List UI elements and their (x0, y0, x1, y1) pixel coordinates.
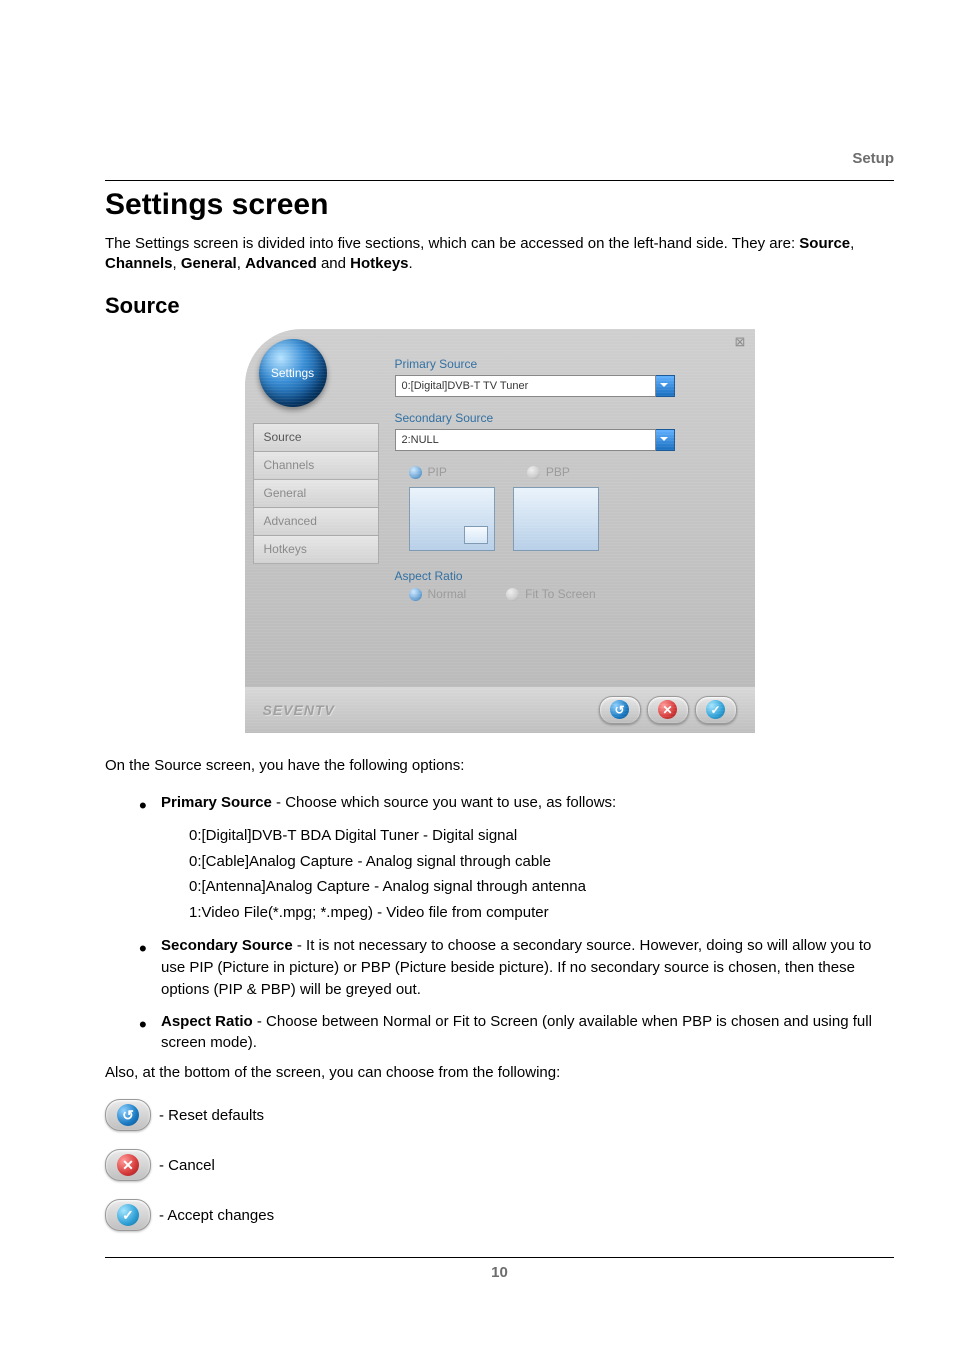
radio-icon (409, 466, 422, 479)
cancel-icon-pill: ✕ (105, 1149, 151, 1181)
accept-line: ✓ - Accept changes (105, 1199, 894, 1231)
intro-paragraph: The Settings screen is divided into five… (105, 234, 894, 275)
side-tab-channels[interactable]: Channels (253, 451, 379, 479)
secondary-source-combo[interactable]: 2:NULL (395, 429, 675, 451)
primary-sub-0: 0:[Digital]DVB-T BDA Digital Tuner - Dig… (189, 823, 894, 849)
chevron-down-icon[interactable] (656, 429, 675, 451)
bottom-rule (105, 1257, 894, 1258)
reset-icon: ↺ (117, 1104, 139, 1126)
pip-pbp-row: PIP PBP (409, 465, 731, 479)
primary-source-value: 0:[Digital]DVB-T TV Tuner (395, 375, 656, 397)
accept-label: - Accept changes (159, 1207, 274, 1224)
aspect-ratio-rest: - Choose between Normal or Fit to Screen… (161, 1013, 872, 1052)
source-subheading: Source (105, 293, 894, 319)
aspect-ratio-bullet: Aspect Ratio - Choose between Normal or … (105, 1011, 894, 1055)
intro-section-3: Advanced (245, 255, 317, 272)
settings-orb-label: Settings (271, 366, 314, 380)
aspect-ratio-label: Aspect Ratio (395, 569, 731, 583)
pbp-preview (513, 487, 599, 551)
reset-icon: ↺ (610, 700, 629, 719)
pip-preview (409, 487, 495, 551)
aspect-fit-radio[interactable]: Fit To Screen (506, 587, 595, 601)
close-icon[interactable]: ⊠ (732, 333, 749, 350)
primary-source-bullet: Primary Source - Choose which source you… (105, 792, 894, 814)
aspect-normal-radio[interactable]: Normal (409, 587, 467, 601)
primary-source-lead: Primary Source (161, 794, 272, 811)
pbp-label: PBP (546, 465, 570, 479)
radio-icon (527, 466, 540, 479)
page-number: 10 (105, 1264, 894, 1281)
cancel-icon: ✕ (658, 700, 677, 719)
primary-source-combo[interactable]: 0:[Digital]DVB-T TV Tuner (395, 375, 675, 397)
secondary-source-lead: Secondary Source (161, 937, 293, 954)
intro-section-4: Hotkeys (350, 255, 408, 272)
reset-line: ↺ - Reset defaults (105, 1099, 894, 1131)
header-section: Setup (852, 150, 894, 167)
pip-mini (464, 526, 488, 544)
pbp-radio[interactable]: PBP (527, 465, 570, 479)
also-line: Also, at the bottom of the screen, you c… (105, 1064, 894, 1081)
settings-pane: Primary Source 0:[Digital]DVB-T TV Tuner… (395, 357, 731, 679)
aspect-row: Normal Fit To Screen (409, 587, 731, 601)
preview-boxes (409, 487, 731, 551)
cancel-label: - Cancel (159, 1157, 215, 1174)
intro-section-2: General (181, 255, 237, 272)
cancel-icon: ✕ (117, 1154, 139, 1176)
primary-sub-2: 0:[Antenna]Analog Capture - Analog signa… (189, 874, 894, 900)
dialog-footer: SEVENTV ↺ ✕ ✓ (245, 687, 755, 733)
secondary-source-bullet: Secondary Source - It is not necessary t… (105, 935, 894, 1000)
intro-and: and (317, 255, 350, 272)
reset-label: - Reset defaults (159, 1107, 264, 1124)
options-intro: On the Source screen, you have the follo… (105, 757, 894, 774)
settings-orb: Settings (259, 339, 327, 407)
cancel-button[interactable]: ✕ (647, 696, 689, 724)
reset-defaults-icon: ↺ (105, 1099, 151, 1131)
pip-radio[interactable]: PIP (409, 465, 447, 479)
aspect-ratio-lead: Aspect Ratio (161, 1013, 253, 1030)
side-tab-advanced[interactable]: Advanced (253, 507, 379, 535)
accept-button[interactable]: ✓ (695, 696, 737, 724)
aspect-normal-label: Normal (428, 587, 467, 601)
secondary-source-value: 2:NULL (395, 429, 656, 451)
primary-source-label: Primary Source (395, 357, 731, 371)
settings-screenshot: ⊠ Settings Source Channels General Advan… (105, 329, 894, 733)
intro-text-a: The Settings screen is divided into five… (105, 235, 799, 252)
intro-section-1: Channels (105, 255, 173, 272)
primary-source-rest: - Choose which source you want to use, a… (272, 794, 616, 811)
chevron-down-icon[interactable] (656, 375, 675, 397)
secondary-source-label: Secondary Source (395, 411, 731, 425)
intro-section-0: Source (799, 235, 850, 252)
primary-sub-3: 1:Video File(*.mpg; *.mpeg) - Video file… (189, 900, 894, 926)
radio-icon (409, 588, 422, 601)
intro-period: . (409, 255, 413, 272)
reset-defaults-button[interactable]: ↺ (599, 696, 641, 724)
side-tab-source[interactable]: Source (253, 423, 379, 451)
radio-icon (506, 588, 519, 601)
primary-sub-1: 0:[Cable]Analog Capture - Analog signal … (189, 849, 894, 875)
cancel-line: ✕ - Cancel (105, 1149, 894, 1181)
accept-icon: ✓ (706, 700, 725, 719)
accept-icon-pill: ✓ (105, 1199, 151, 1231)
options-list-2: Secondary Source - It is not necessary t… (105, 935, 894, 1054)
pip-label: PIP (428, 465, 447, 479)
side-tab-general[interactable]: General (253, 479, 379, 507)
aspect-fit-label: Fit To Screen (525, 587, 595, 601)
side-tab-hotkeys[interactable]: Hotkeys (253, 535, 379, 564)
accept-icon: ✓ (117, 1204, 139, 1226)
page-title: Settings screen (105, 188, 894, 222)
options-list: Primary Source - Choose which source you… (105, 792, 894, 814)
top-rule (105, 180, 894, 181)
side-tabs: Source Channels General Advanced Hotkeys (253, 423, 379, 564)
brand-logo: SEVENTV (263, 702, 335, 718)
